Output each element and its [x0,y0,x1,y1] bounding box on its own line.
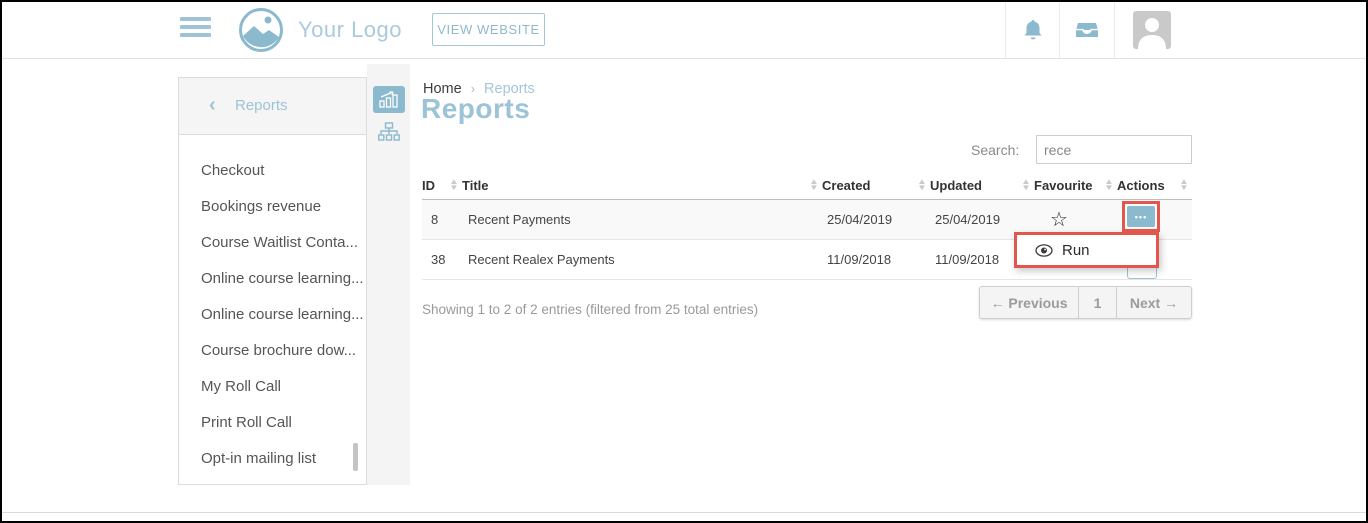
table-header-row: ID ▲▼ Title ▲▼ Created ▲▼ Updated ▲▼ Favouri… [422,172,1192,199]
notifications-button[interactable] [1005,2,1060,58]
hamburger-menu-icon[interactable] [180,17,211,43]
page-title: Reports [421,93,530,125]
column-label: ID [422,178,435,193]
sidebar-item-my-roll-call[interactable]: My Roll Call [179,369,366,405]
column-label: Created [822,178,870,193]
sort-icon[interactable]: ▲▼ [1022,179,1030,191]
sitemap-button[interactable] [378,122,400,147]
logo[interactable]: Your Logo [238,7,402,53]
column-header-actions[interactable]: Actions ▲▼ [1117,172,1192,199]
run-menu-item[interactable]: Run [1062,242,1090,259]
sidebar-item-opt-in-mailing[interactable]: Opt-in mailing list [179,441,366,477]
sort-icon[interactable]: ▲▼ [810,179,818,191]
view-website-button[interactable]: VIEW WEBSITE [432,13,545,46]
page: Your Logo VIEW WEBSITE [0,0,1368,523]
next-page-button[interactable]: Next → [1116,286,1192,319]
column-label: Favourite [1034,178,1093,193]
sidebar-item-online-course-2[interactable]: Online course learning... [179,297,366,333]
sidebar-scrollbar[interactable] [353,443,358,471]
column-header-created[interactable]: Created ▲▼ [822,172,930,199]
bell-icon [1023,19,1043,41]
page-number-button[interactable]: 1 [1079,286,1116,319]
sidebar-item-online-course-1[interactable]: Online course learning... [179,261,366,297]
previous-page-button[interactable]: ← Previous [979,286,1079,319]
chevron-left-icon[interactable]: ‹ [209,94,216,117]
cell-created: 25/04/2019 [822,199,930,239]
sort-icon[interactable]: ▲▼ [1105,179,1113,191]
module-icon-strip [367,64,410,485]
footer-divider [2,512,1366,513]
inbox-icon [1075,21,1099,39]
actions-dropdown-menu[interactable]: Run [1014,232,1159,268]
sort-icon[interactable]: ▲▼ [1180,179,1188,191]
sidebar-item-course-brochure[interactable]: Course brochure dow... [179,333,366,369]
sidebar-item-course-waitlist[interactable]: Course Waitlist Conta... [179,225,366,261]
search-input[interactable] [1036,135,1192,164]
column-header-updated[interactable]: Updated ▲▼ [930,172,1034,199]
reports-chart-button[interactable] [373,86,405,113]
eye-icon [1035,244,1053,257]
row-actions-button[interactable]: ••• [1127,206,1155,227]
sitemap-icon [378,122,400,142]
column-label: Updated [930,178,982,193]
sidebar-title: Reports [235,97,288,114]
table-info: Showing 1 to 2 of 2 entries (filtered fr… [422,302,758,317]
cell-title: Recent Payments [462,199,822,239]
sort-icon[interactable]: ▲▼ [918,179,926,191]
favourite-star-icon[interactable]: ☆ [1034,207,1068,232]
cell-id: 8 [422,199,462,239]
top-header: Your Logo VIEW WEBSITE [2,2,1366,59]
pagination: ← Previous 1 Next → [979,286,1192,319]
inbox-button[interactable] [1060,2,1115,58]
logo-text: Your Logo [298,17,402,43]
cell-title: Recent Realex Payments [462,239,822,279]
reports-sidebar: ‹ Reports Checkout Bookings revenue Cour… [178,77,367,485]
column-header-favourite[interactable]: Favourite ▲▼ [1034,172,1117,199]
search-label: Search: [971,142,1019,158]
sidebar-header[interactable]: ‹ Reports [179,78,366,135]
column-header-title[interactable]: Title ▲▼ [462,172,822,199]
cell-id: 38 [422,239,462,279]
column-label: Title [462,178,489,193]
column-label: Actions [1117,178,1165,193]
user-avatar[interactable] [1133,11,1171,49]
sort-icon[interactable]: ▲▼ [450,179,458,191]
sidebar-item-bookings-revenue[interactable]: Bookings revenue [179,189,366,225]
sidebar-item-checkout[interactable]: Checkout [179,153,366,189]
bar-chart-icon [379,91,399,108]
sidebar-item-list: Checkout Bookings revenue Course Waitlis… [179,135,366,477]
annotation-highlight-box: ••• [1122,201,1160,232]
logo-image-icon [238,7,284,53]
cell-created: 11/09/2018 [822,239,930,279]
sidebar-item-print-roll-call[interactable]: Print Roll Call [179,405,366,441]
column-header-id[interactable]: ID ▲▼ [422,172,462,199]
